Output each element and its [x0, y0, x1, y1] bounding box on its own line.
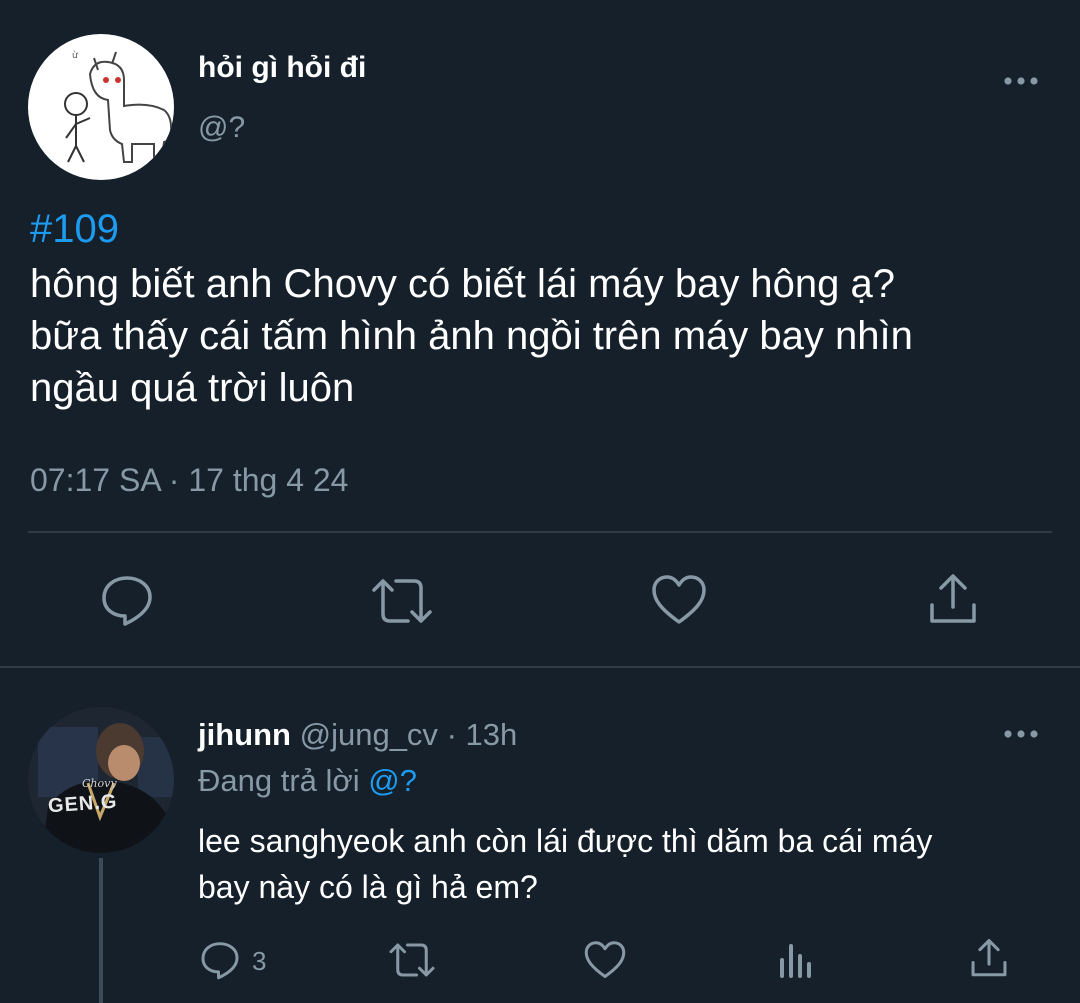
reply-body-line: lee sanghyeok anh còn lái được thì dăm b…: [198, 823, 933, 859]
replying-to-line: Đang trả lời @?: [198, 762, 417, 800]
reply-icon[interactable]: [200, 940, 240, 980]
reply-count: 3: [252, 946, 267, 976]
hashtag-link[interactable]: #109: [30, 205, 119, 253]
tweet-body-line: ngầu quá trời luôn: [30, 366, 355, 410]
reply-time[interactable]: · 13h: [447, 717, 518, 752]
tweet-timestamp[interactable]: 07:17 SA · 17 thg 4 24: [30, 460, 348, 500]
reply-icon[interactable]: [100, 573, 154, 627]
reply-body-line: bay này có là gì hả em?: [198, 869, 538, 905]
share-icon[interactable]: [970, 938, 1008, 978]
author-handle[interactable]: @?: [198, 110, 245, 146]
author-name[interactable]: hỏi gì hỏi đi: [198, 50, 366, 86]
tweet-body: hông biết anh Chovy có biết lái máy bay …: [30, 258, 913, 414]
like-icon[interactable]: [651, 574, 707, 626]
retweet-icon[interactable]: [388, 940, 436, 980]
team-logo-text: GEN.G: [47, 790, 119, 818]
svg-text:ừ: ừ: [72, 51, 79, 61]
reply-body: lee sanghyeok anh còn lái được thì dăm b…: [198, 818, 932, 910]
reply-author-name[interactable]: jihunn: [198, 717, 291, 752]
analytics-icon[interactable]: [778, 940, 814, 978]
more-icon[interactable]: [1002, 72, 1040, 90]
reply-author-avatar[interactable]: Chovy GEN.G: [28, 707, 174, 853]
reply-author-line: jihunn @jung_cv · 13h: [198, 716, 517, 754]
tweet-body-line: hông biết anh Chovy có biết lái máy bay …: [30, 262, 896, 306]
thread-connector: [99, 858, 103, 1003]
jersey-name-text: Chovy: [82, 777, 117, 790]
author-avatar[interactable]: ừ: [28, 34, 174, 180]
share-icon[interactable]: [928, 573, 978, 625]
retweet-icon[interactable]: [370, 576, 434, 626]
like-icon[interactable]: [584, 940, 626, 980]
more-icon[interactable]: [1002, 725, 1040, 743]
reply-author-handle[interactable]: @jung_cv: [300, 717, 438, 752]
alpaca-sketch-icon: ừ: [64, 51, 173, 163]
replying-prefix: Đang trả lời: [198, 763, 360, 798]
divider: [0, 666, 1080, 668]
replying-to-handle[interactable]: @?: [368, 763, 417, 798]
tweet-body-line: bữa thấy cái tấm hình ảnh ngồi trên máy …: [30, 314, 913, 358]
divider: [28, 531, 1052, 533]
